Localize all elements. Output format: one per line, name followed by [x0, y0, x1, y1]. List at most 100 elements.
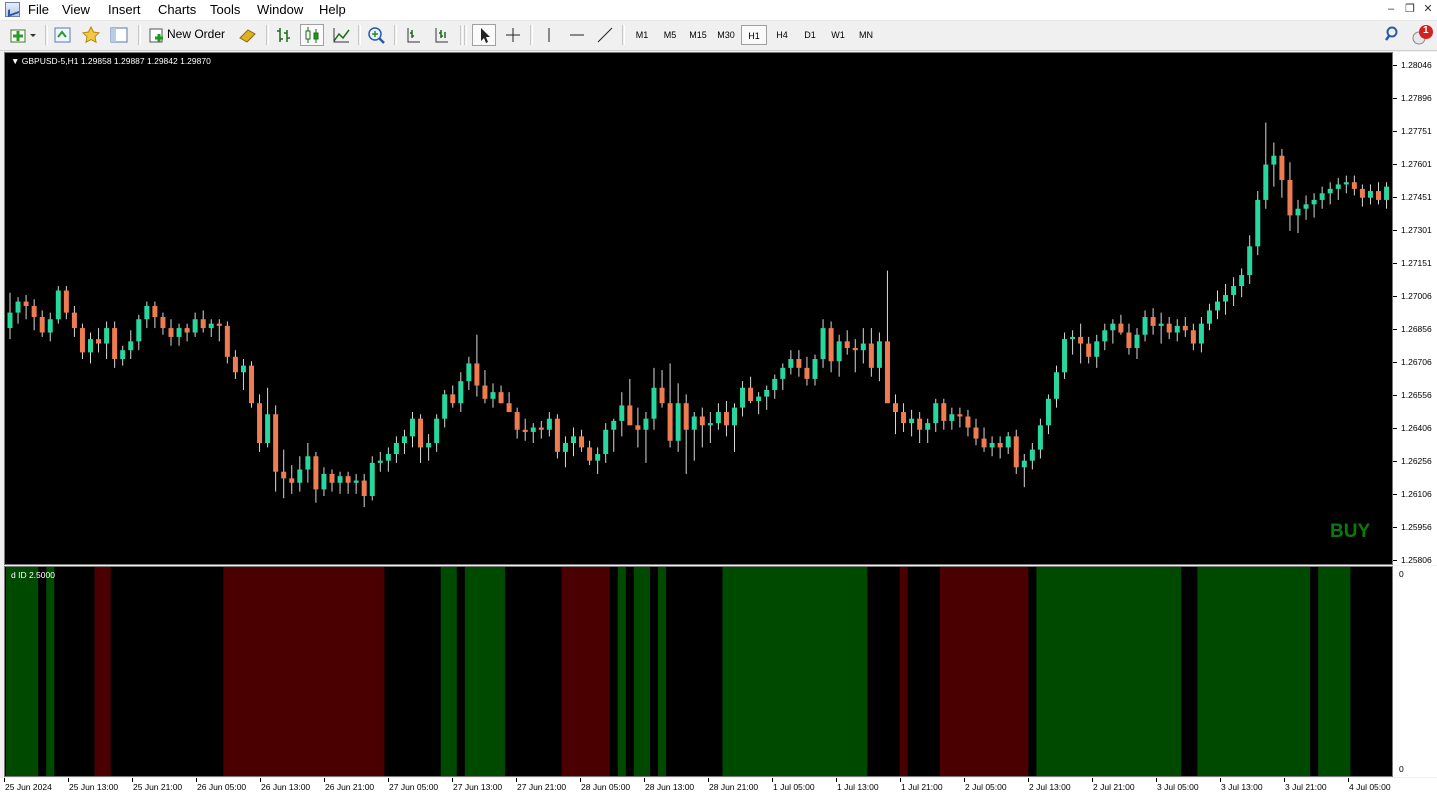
candle-bull — [772, 378, 778, 390]
candlestick-series — [7, 122, 1390, 508]
candle-bull — [651, 387, 657, 419]
menu-tools[interactable]: Tools — [210, 2, 240, 17]
restore-icon[interactable]: ❐ — [1403, 2, 1417, 16]
candle-bull — [1054, 372, 1059, 399]
line-chart-icon — [333, 28, 350, 43]
timeframe-m15[interactable]: M15 — [685, 25, 711, 45]
time-axis: 25 Jun 2024 25 Jun 13:00 25 Jun 21:00 26 Ju… — [0, 778, 1437, 797]
price-chart[interactable]: ▼ GBPUSD-5,H1 1.29858 1.29887 1.29842 1.… — [4, 52, 1393, 565]
timeframe-m30[interactable]: M30 — [713, 25, 739, 45]
price-label: 1.27301 — [1401, 225, 1432, 235]
price-tick — [1393, 164, 1397, 165]
crosshair-button[interactable] — [502, 24, 524, 46]
zoom-in-button[interactable] — [365, 24, 387, 46]
bar-chart-icon — [277, 28, 290, 42]
indicator-scale-top: 0 — [1399, 569, 1404, 579]
candle-bull — [1223, 294, 1229, 302]
indicator-panel[interactable]: d ID 2.5000 — [4, 566, 1393, 777]
horizontal-line-button[interactable] — [566, 24, 588, 46]
candle-bull — [1311, 199, 1317, 205]
cursor-button[interactable] — [472, 24, 496, 46]
price-tick — [1393, 527, 1397, 528]
trendline-button[interactable] — [594, 24, 616, 46]
navigator-star-icon — [81, 25, 101, 44]
time-label: 1 Jul 13:00 — [837, 782, 879, 792]
notifications-button[interactable]: 1 — [1410, 24, 1434, 46]
timeframe-m1[interactable]: M1 — [629, 25, 655, 45]
time-label: 28 Jun 05:00 — [581, 782, 631, 792]
candle-bear — [450, 394, 456, 404]
menu-insert[interactable]: Insert — [108, 2, 141, 17]
candle-bear — [748, 387, 754, 402]
terminal-button[interactable] — [108, 24, 130, 46]
candle-bear — [71, 312, 77, 329]
candle-bull — [192, 319, 198, 333]
menu-file[interactable]: File — [28, 2, 49, 17]
menu-help[interactable]: Help — [319, 2, 346, 17]
menu-view[interactable]: View — [62, 2, 90, 17]
search-icon — [1385, 26, 1398, 41]
indicator-axis: 0 0 — [1393, 566, 1437, 777]
price-label: 1.28046 — [1401, 60, 1432, 70]
price-label: 1.27451 — [1401, 192, 1432, 202]
vertical-line-button[interactable] — [538, 24, 560, 46]
line-chart-button[interactable] — [330, 24, 352, 46]
candle-bull — [369, 462, 375, 497]
search-button[interactable] — [1383, 24, 1401, 46]
autoscroll-button[interactable] — [430, 24, 452, 46]
chart-shift-button[interactable] — [402, 24, 424, 46]
app-logo-icon — [5, 2, 20, 17]
market-watch-button[interactable] — [52, 24, 74, 46]
indicator-block-green — [722, 567, 868, 776]
candle-bear — [973, 427, 979, 439]
close-icon[interactable]: ✕ — [1421, 2, 1435, 16]
candle-bull — [88, 339, 93, 353]
candle-bear — [893, 403, 898, 413]
candle-bull — [305, 456, 311, 470]
time-label: 1 Jul 05:00 — [773, 782, 815, 792]
indicator-block-green — [617, 567, 626, 776]
candle-bull — [562, 442, 568, 452]
timeframe-m5[interactable]: M5 — [657, 25, 683, 45]
timeframe-mn[interactable]: MN — [853, 25, 879, 45]
candle-bull — [490, 392, 496, 399]
candle-bull — [120, 350, 126, 360]
candle-bear — [1287, 180, 1293, 216]
candle-bull — [546, 418, 552, 430]
new-chart-icon — [10, 29, 36, 43]
new-order-button[interactable]: New Order — [145, 24, 233, 46]
candle-bear — [281, 471, 287, 479]
time-label: 25 Jun 13:00 — [69, 782, 119, 792]
autotrading-button[interactable] — [236, 24, 258, 46]
price-tick — [1393, 197, 1397, 198]
timeframe-h4[interactable]: H4 — [769, 25, 795, 45]
trendline-icon — [597, 27, 613, 43]
candle-bull — [15, 301, 21, 313]
candle-bull — [707, 423, 713, 426]
bar-chart-button[interactable] — [273, 24, 295, 46]
menu-window[interactable]: Window — [257, 2, 303, 17]
price-label: 1.26256 — [1401, 456, 1432, 466]
new-chart-button[interactable] — [8, 24, 38, 46]
timeframe-d1[interactable]: D1 — [797, 25, 823, 45]
candle-bear — [667, 403, 673, 441]
candle-bear — [482, 385, 488, 399]
navigator-button[interactable] — [80, 24, 102, 46]
candle-bull — [1142, 317, 1148, 335]
timeframe-h1[interactable]: H1 — [741, 25, 767, 45]
menu-charts[interactable]: Charts — [158, 2, 196, 17]
candle-bear — [514, 412, 520, 430]
candle-bull — [1045, 398, 1051, 426]
indicator-block-red — [94, 567, 111, 776]
candle-bull — [1303, 204, 1309, 209]
price-axis[interactable]: 1.28046 1.27896 1.27751 1.27601 1.27451 1.273… — [1393, 52, 1437, 565]
time-label: 3 Jul 21:00 — [1285, 782, 1327, 792]
candle-bear — [1126, 332, 1132, 348]
candle-bull — [1335, 184, 1341, 189]
candlestick-button[interactable] — [300, 24, 324, 46]
minimize-icon[interactable]: – — [1384, 2, 1398, 16]
candle-bull — [949, 414, 955, 421]
price-label: 1.26106 — [1401, 489, 1432, 499]
candle-bull — [603, 429, 609, 455]
timeframe-w1[interactable]: W1 — [825, 25, 851, 45]
